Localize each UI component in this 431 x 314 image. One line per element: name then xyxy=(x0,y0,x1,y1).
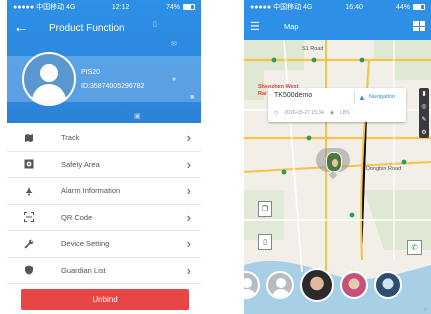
hamburger-menu-icon[interactable]: ☰ xyxy=(250,20,266,33)
location-source-icon: ◉ xyxy=(329,110,335,116)
battery-percent: 74% xyxy=(165,3,180,11)
phone-tool-icon[interactable]: ▮ xyxy=(422,90,425,97)
product-function-screen: ●●●●● 中国移动 4G 12:12 74% ← Product Functi… xyxy=(7,0,201,314)
mail-decor-icon: ✉ xyxy=(171,41,177,48)
chevron-right-icon: › xyxy=(186,262,191,278)
map-screen: ●●●●● 中国移动 4G 16:40 44% ☰ Map S1 Road Sh… xyxy=(244,0,431,314)
target-icon xyxy=(23,158,35,170)
device-phone-button[interactable]: ▯ xyxy=(258,234,272,250)
unbind-button[interactable]: Unbind xyxy=(21,289,189,310)
menu-label: Safety Area xyxy=(61,159,100,169)
edit-tool-icon[interactable]: ✎ xyxy=(421,116,426,123)
title-bar: ← Product Function xyxy=(7,14,201,42)
chevron-right-icon: › xyxy=(186,209,191,225)
menu-label: Device Setting xyxy=(61,239,110,249)
map-district-label: Dongbin Road xyxy=(366,166,402,172)
header-hero: ●●●●● 中国移动 4G 12:12 74% ← Product Functi… xyxy=(7,0,201,123)
phone-call-icon: ✆ xyxy=(411,243,418,252)
popup-device-name: TK500demo xyxy=(274,92,313,99)
clock-icon: ◷ xyxy=(274,110,279,116)
chevron-right-icon: › xyxy=(186,156,191,172)
title-bar: ☰ Map xyxy=(244,14,431,38)
target-tool-icon[interactable]: ◎ xyxy=(421,103,426,110)
chevron-right-icon: › xyxy=(186,183,191,199)
menu-item-guardian-list[interactable]: Guardian List › xyxy=(7,258,201,284)
menu-label: Guardian List xyxy=(61,265,106,275)
status-time: 16:40 xyxy=(345,3,363,11)
map-attribution: © xyxy=(424,307,427,312)
mobile-phone-icon: ▯ xyxy=(263,239,267,246)
chevron-right-icon: › xyxy=(186,236,191,252)
lock-decor-icon: ▣ xyxy=(134,113,141,120)
grid-view-icon[interactable] xyxy=(413,21,425,31)
carrier-text: ●●●●● 中国移动 4G xyxy=(250,4,313,11)
back-arrow-icon[interactable]: ← xyxy=(13,19,35,37)
battery-icon xyxy=(182,4,195,10)
menu-item-alarm-information[interactable]: Alarm Information › xyxy=(7,178,201,205)
menu-item-device-setting[interactable]: Device Setting › xyxy=(7,231,201,258)
map-tool-strip: ▮ ◎ ✎ ⚙ xyxy=(419,88,429,138)
function-menu: Track › Safety Area › Alarm Information … xyxy=(7,125,201,284)
device-name: PIS20 xyxy=(81,69,101,76)
device-avatar-2[interactable] xyxy=(266,271,294,299)
menu-label: QR Code xyxy=(61,212,93,222)
battery-percent: 44% xyxy=(395,3,410,11)
navigation-arrow-icon: ▲ xyxy=(358,92,366,102)
avatar-body-icon xyxy=(32,84,66,104)
device-avatar-3[interactable] xyxy=(340,271,368,299)
menu-label: Track xyxy=(61,133,80,143)
call-button[interactable]: ✆ xyxy=(407,240,422,255)
device-avatar-strip xyxy=(244,268,431,302)
battery-icon xyxy=(412,4,425,10)
layers-icon: ❐ xyxy=(261,206,269,213)
status-bar: ●●●●● 中国移动 4G 12:12 74% xyxy=(7,0,201,14)
qr-icon xyxy=(23,211,35,223)
shield-icon xyxy=(23,264,35,276)
menu-item-safety-area[interactable]: Safety Area › xyxy=(7,152,201,178)
marker-photo xyxy=(326,152,342,172)
device-location-marker[interactable] xyxy=(316,148,350,182)
navigation-button[interactable]: ▲ Navigation xyxy=(354,90,398,104)
device-avatar-selected[interactable] xyxy=(300,268,334,302)
marker-tip xyxy=(328,170,338,180)
map-station-label-2: Rai xyxy=(258,91,267,97)
device-popup[interactable]: TK500demo ▲ Navigation ◷ 2016-05-27 15:3… xyxy=(268,88,406,122)
menu-item-qr-code[interactable]: QR Code › xyxy=(7,205,201,231)
map-road-label: S1 Road xyxy=(302,46,324,52)
navigation-label: Navigation xyxy=(368,94,395,100)
carrier-text: ●●●●● 中国移动 4G xyxy=(13,4,76,11)
menu-item-track[interactable]: Track › xyxy=(7,125,201,152)
status-bar: ●●●●● 中国移动 4G 16:40 44% xyxy=(244,0,431,14)
map-icon xyxy=(23,132,35,144)
alarm-icon xyxy=(23,185,35,197)
device-avatar-1[interactable] xyxy=(244,271,260,299)
menu-label: Alarm Information xyxy=(61,186,121,196)
page-title: Map xyxy=(284,21,299,31)
phone-decor-icon: ▯ xyxy=(153,21,157,28)
device-avatar[interactable] xyxy=(22,52,76,106)
page-title: Product Function xyxy=(49,22,125,34)
status-time: 12:12 xyxy=(111,3,130,11)
settings-tool-icon[interactable]: ⚙ xyxy=(421,129,426,136)
wrench-icon xyxy=(23,238,35,250)
popup-time: 2016-05-27 15:34 xyxy=(284,110,324,116)
layer-toggle-button[interactable]: ❐ xyxy=(258,201,272,217)
popup-info: ◷ 2016-05-27 15:34 ◉ LBS xyxy=(274,110,350,116)
popup-source: LBS xyxy=(340,110,350,116)
avatar-head-icon xyxy=(40,64,58,82)
chevron-right-icon: › xyxy=(186,130,191,146)
device-id: ID:35874005296782 xyxy=(81,83,145,90)
device-avatar-4[interactable] xyxy=(374,271,402,299)
